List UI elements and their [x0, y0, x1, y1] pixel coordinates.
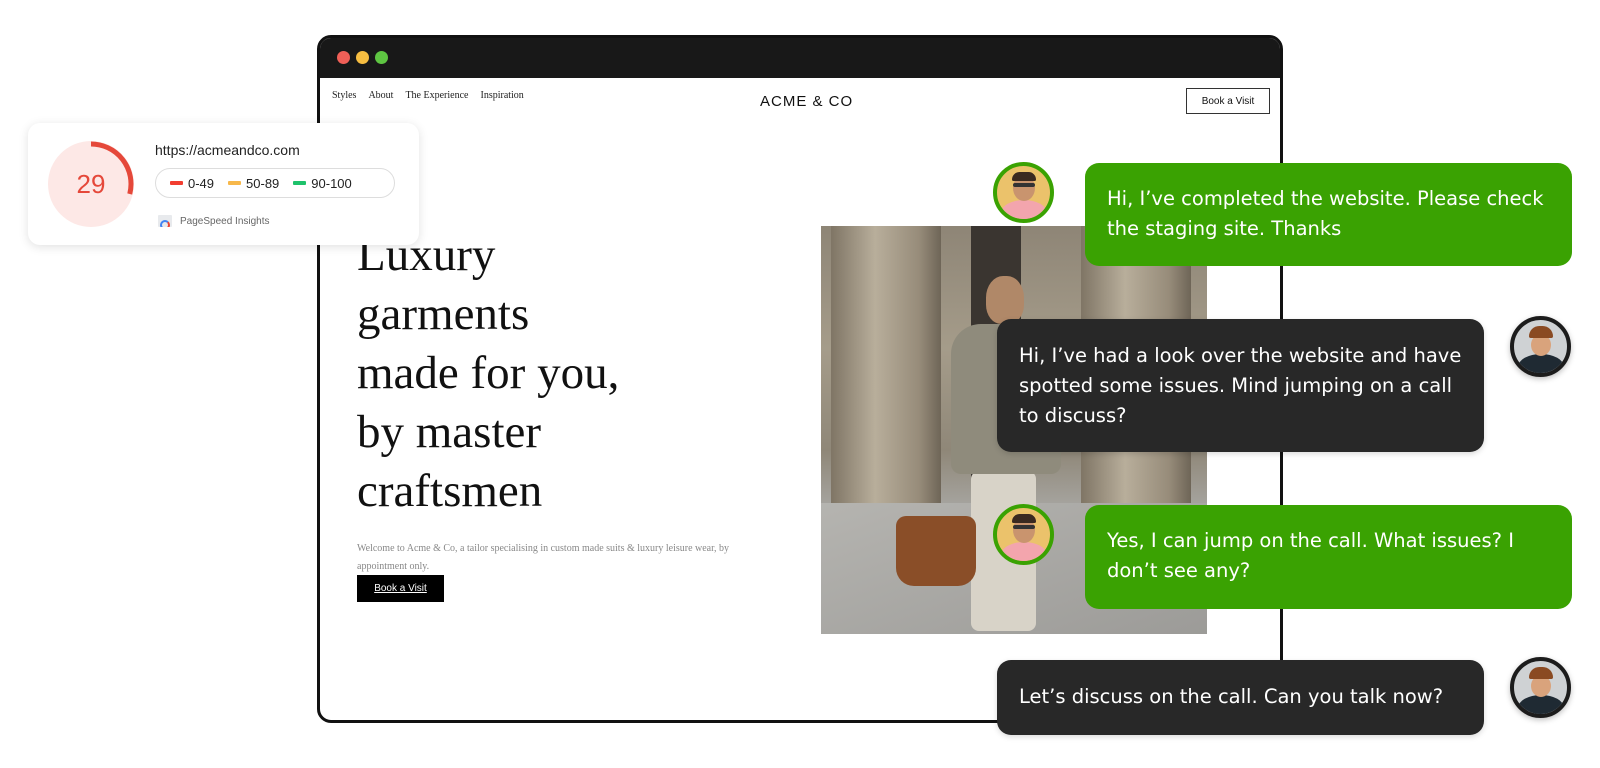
pagespeed-logo-icon	[158, 215, 172, 227]
designer-avatar	[993, 504, 1054, 565]
pagespeed-brand: PageSpeed Insights	[158, 215, 270, 227]
legend-label: 50-89	[246, 175, 280, 191]
photo-man-head	[986, 276, 1024, 324]
avatar-glasses	[1013, 525, 1035, 529]
legend-label: 90-100	[311, 175, 352, 191]
hero-description: Welcome to Acme & Co, a tailor specialis…	[357, 543, 730, 572]
pagespeed-card: 29 https://acmeandco.com 0-49 50-89 90-1…	[28, 123, 419, 245]
legend-label: 0-49	[188, 175, 215, 191]
avatar-hair	[1012, 172, 1036, 181]
designer-avatar	[993, 162, 1054, 223]
site-nav: Styles About The Experience Inspiration	[332, 90, 524, 101]
score-value: 29	[76, 168, 106, 199]
chat-message-designer: Hi, I’ve completed the website. Please c…	[1085, 163, 1572, 266]
close-window-button[interactable]	[337, 51, 350, 64]
site-logo[interactable]: ACME & CO	[760, 93, 853, 110]
chat-message-client: Let’s discuss on the call. Can you talk …	[997, 660, 1484, 735]
photo-column	[831, 226, 941, 520]
score-legend: 0-49 50-89 90-100	[155, 168, 395, 198]
avatar-hair	[1012, 514, 1036, 523]
book-visit-nav-button[interactable]: Book a Visit	[1186, 88, 1270, 114]
legend-swatch-green	[293, 181, 307, 185]
avatar-jacket	[1518, 354, 1564, 373]
hero-title-line: by master	[357, 406, 542, 458]
maximize-window-button[interactable]	[375, 51, 388, 64]
hero-title: Luxury garments made for you, by master …	[357, 226, 677, 521]
nav-link-styles[interactable]: Styles	[332, 90, 356, 101]
nav-link-inspiration[interactable]: Inspiration	[480, 90, 523, 101]
client-avatar	[1510, 316, 1571, 377]
hero-title-line: garments	[357, 288, 530, 340]
legend-item-good: 90-100	[293, 175, 352, 191]
legend-item-poor: 0-49	[170, 176, 214, 191]
hero-title-line: made for you,	[357, 347, 620, 399]
browser-titlebar	[320, 38, 1280, 78]
book-visit-hero-button[interactable]: Book a Visit	[357, 575, 444, 602]
avatar-jacket	[1518, 695, 1564, 714]
tested-url: https://acmeandco.com	[155, 142, 300, 158]
hero-title-line: craftsmen	[357, 465, 543, 517]
legend-swatch-red	[170, 181, 183, 185]
avatar-beanie	[1529, 667, 1553, 679]
photo-bag	[896, 516, 976, 586]
chat-message-client: Hi, I’ve had a look over the website and…	[997, 319, 1484, 452]
minimize-window-button[interactable]	[356, 51, 369, 64]
avatar-beanie	[1529, 326, 1553, 338]
chat-message-designer: Yes, I can jump on the call. What issues…	[1085, 505, 1572, 609]
avatar-glasses	[1013, 183, 1035, 187]
legend-item-average: 50-89	[228, 176, 279, 191]
pagespeed-brand-label: PageSpeed Insights	[180, 215, 270, 227]
nav-link-about[interactable]: About	[368, 90, 393, 101]
client-avatar	[1510, 657, 1571, 718]
legend-swatch-orange	[228, 181, 242, 185]
nav-link-experience[interactable]: The Experience	[405, 90, 468, 101]
